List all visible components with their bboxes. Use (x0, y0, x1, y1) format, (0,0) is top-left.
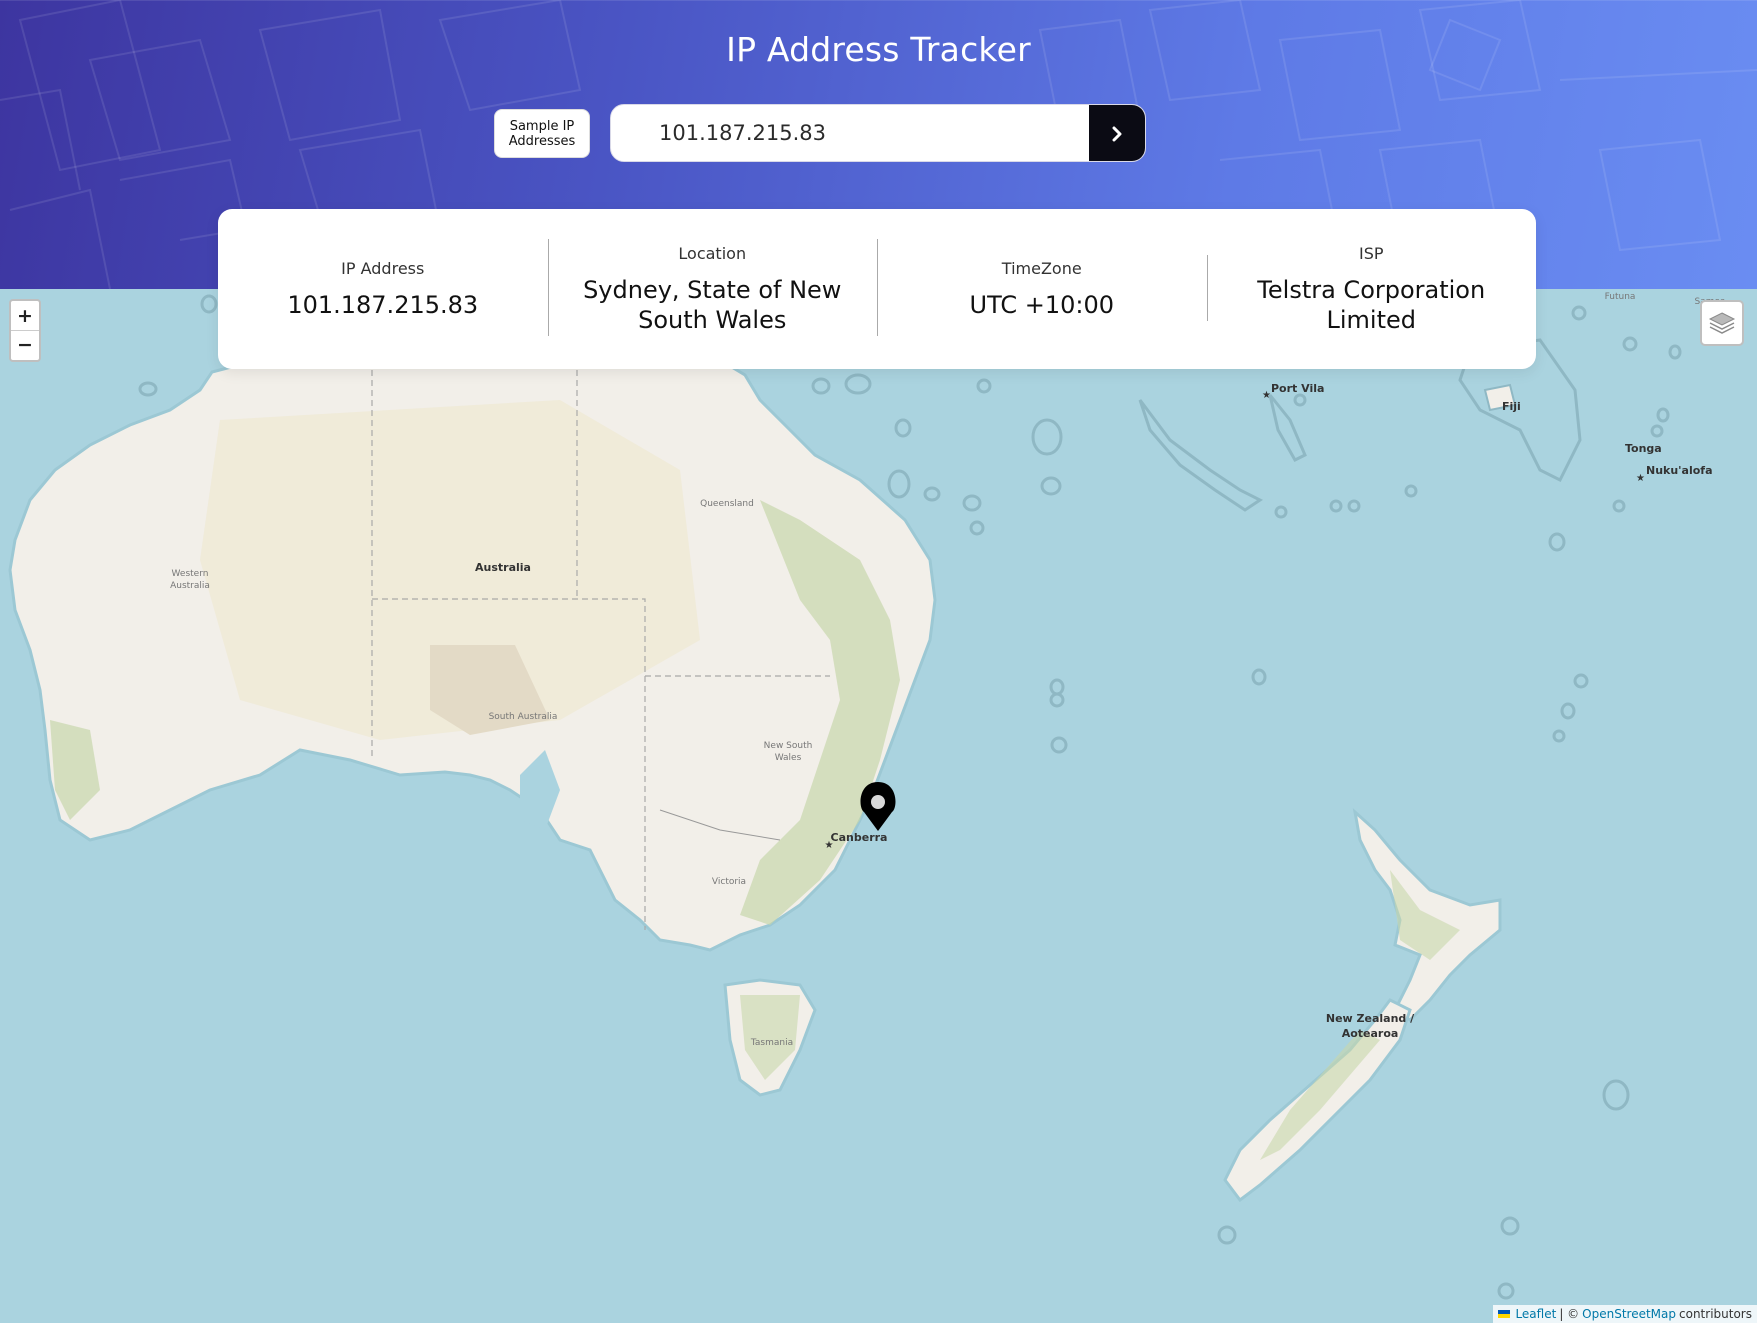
ukraine-flag-icon (1498, 1310, 1511, 1318)
map-label-victoria: Victoria (712, 877, 746, 887)
attribution-separator: | © (1559, 1307, 1580, 1321)
search-bar (610, 104, 1146, 162)
zoom-in-button[interactable]: + (11, 301, 39, 330)
map-tiles: Australia Western Australia Queensland S… (8, 292, 1726, 1300)
search-submit-button[interactable] (1089, 105, 1145, 161)
zoom-out-button[interactable]: − (11, 330, 39, 359)
isp-label: ISP (1358, 243, 1384, 263)
map-view[interactable]: Australia Western Australia Queensland S… (0, 289, 1757, 1323)
location-section: Location Sydney, State of New South Wale… (547, 209, 878, 369)
zoom-control: + − (9, 299, 41, 362)
map-label-tasmania: Tasmania (750, 1038, 793, 1048)
map-label-south-australia: South Australia (489, 712, 558, 722)
attribution-contributors: contributors (1679, 1307, 1752, 1321)
map-label-tonga: Tonga (1625, 442, 1662, 455)
new-caledonia (1138, 399, 1263, 512)
map-label-futuna: Futuna (1605, 292, 1636, 302)
isp-section: ISP Telstra Corporation Limited (1206, 209, 1537, 369)
ip-address-value: 101.187.215.83 (287, 290, 479, 319)
location-value: Sydney, State of New South Wales (583, 275, 842, 334)
ip-address-section: IP Address 101.187.215.83 (218, 209, 548, 369)
ip-info-card: IP Address 101.187.215.83 Location Sydne… (218, 209, 1536, 369)
map-label-queensland: Queensland (700, 499, 754, 509)
map-label-port-vila: Port Vila (1271, 382, 1324, 395)
map-label-new-zealand: New Zealand / (1326, 1012, 1415, 1025)
location-pin-icon[interactable] (860, 782, 896, 831)
ip-address-label: IP Address (341, 258, 425, 278)
map-label-australia: Australia (475, 561, 531, 574)
location-label: Location (678, 243, 747, 263)
chevron-right-icon (1112, 126, 1122, 142)
leaflet-link[interactable]: Leaflet (1515, 1307, 1556, 1321)
svg-text:Wales: Wales (775, 753, 802, 763)
layers-button[interactable] (1700, 300, 1744, 346)
svg-text:★: ★ (1636, 473, 1645, 484)
isp-value: Telstra Corporation Limited (1257, 275, 1486, 334)
svg-text:★: ★ (825, 840, 834, 851)
page-title: IP Address Tracker (726, 30, 1031, 69)
sample-ip-addresses-button[interactable]: Sample IP Addresses (494, 109, 590, 158)
timezone-label: TimeZone (1001, 258, 1082, 278)
layers-icon (1708, 312, 1736, 334)
map-attribution: Leaflet | © OpenStreetMap contributors (1493, 1305, 1757, 1323)
svg-text:Aotearoa: Aotearoa (1342, 1027, 1399, 1040)
map-label-new-south-wales: New South (764, 741, 813, 751)
openstreetmap-link[interactable]: OpenStreetMap (1582, 1307, 1676, 1321)
svg-text:★: ★ (1262, 390, 1271, 401)
timezone-value: UTC +10:00 (969, 290, 1114, 319)
svg-text:Australia: Australia (170, 581, 210, 591)
map-label-canberra: Canberra (831, 831, 888, 844)
map-label-nukualofa: Nuku'alofa (1646, 464, 1713, 477)
map-label-western-australia: Western (172, 569, 209, 579)
ip-search-input[interactable] (611, 105, 1089, 161)
map-label-fiji: Fiji (1502, 400, 1521, 413)
timezone-section: TimeZone UTC +10:00 (877, 209, 1207, 369)
